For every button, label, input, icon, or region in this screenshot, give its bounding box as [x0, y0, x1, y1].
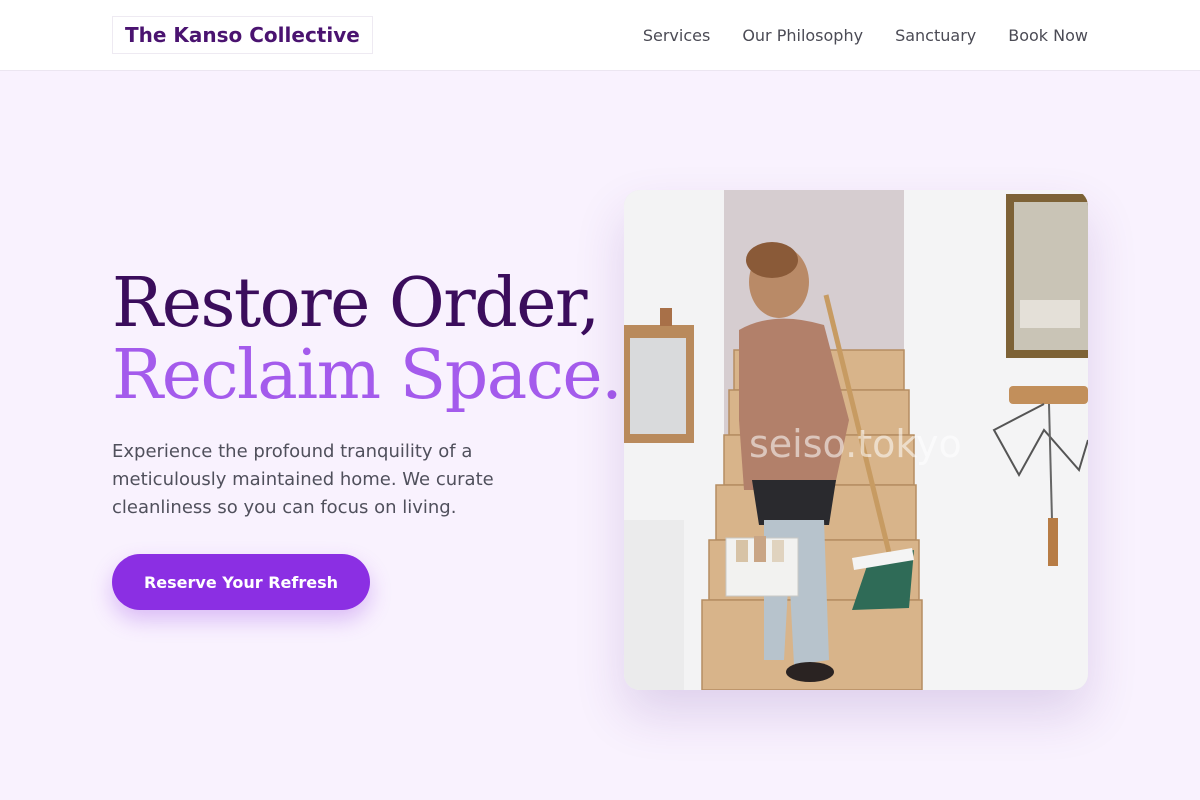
site-header: The Kanso Collective Services Our Philos… — [0, 0, 1200, 71]
reserve-button[interactable]: Reserve Your Refresh — [112, 554, 370, 610]
hero-image: seiso.tokyo — [624, 190, 1088, 690]
brand-logo[interactable]: The Kanso Collective — [112, 16, 373, 54]
nav-link-sanctuary[interactable]: Sanctuary — [895, 26, 976, 45]
hero-subtext: Experience the profound tranquility of a… — [112, 441, 494, 518]
nav-link-services[interactable]: Services — [643, 26, 710, 45]
hero-headline: Restore Order, Reclaim Space. — [112, 264, 623, 415]
hero-headline-line2: Reclaim Space. — [112, 336, 623, 415]
nav-link-philosophy[interactable]: Our Philosophy — [742, 26, 863, 45]
image-watermark: seiso.tokyo — [749, 422, 962, 466]
hero-headline-line1: Restore Order, — [112, 264, 600, 343]
nav-link-book-now[interactable]: Book Now — [1008, 26, 1088, 45]
main-nav: Services Our Philosophy Sanctuary Book N… — [643, 0, 1088, 70]
